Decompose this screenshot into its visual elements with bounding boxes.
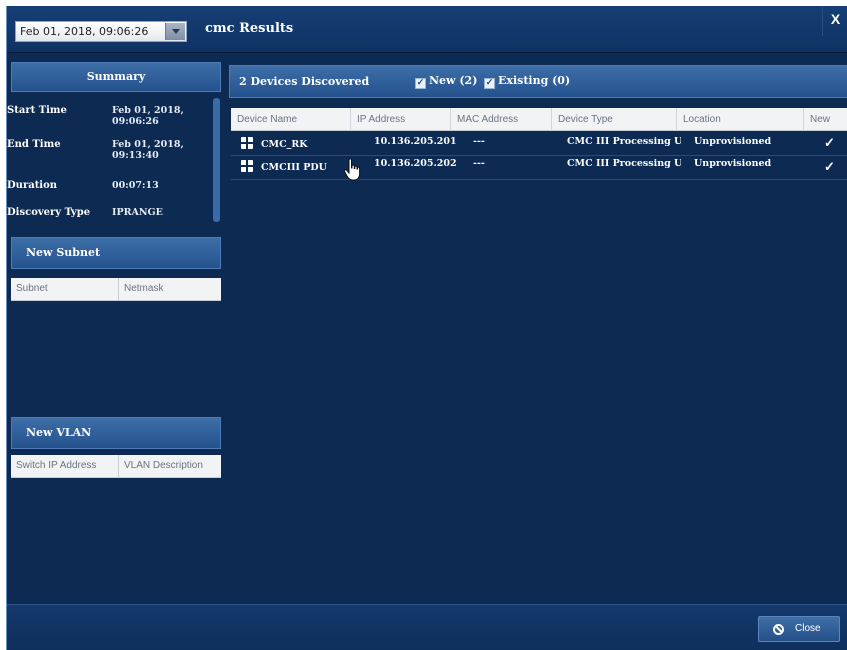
location-cell: Unprovisioned	[694, 136, 772, 147]
column-header-device-name[interactable]: Device Name	[231, 108, 351, 131]
check-icon: ✓	[415, 78, 426, 89]
column-header-ip-address[interactable]: IP Address	[351, 108, 451, 131]
device-name-cell: CMC_RK	[235, 132, 351, 155]
ip-address-cell: 10.136.205.202	[374, 158, 457, 169]
device-name: CMCIII PDU	[261, 162, 327, 173]
column-header-location[interactable]: Location	[677, 108, 804, 131]
date-select[interactable]: Feb 01, 2018, 09:06:26	[15, 21, 187, 42]
title-bar: Feb 01, 2018, 09:06:26 cmc Results X	[7, 6, 847, 53]
ip-address-cell: 10.136.205.201	[374, 136, 457, 147]
chevron-down-icon[interactable]	[165, 23, 185, 40]
device-name-cell: CMCIII PDU	[235, 156, 351, 179]
summary-list: Start Time Feb 01, 2018, 09:06:26 End Ti…	[7, 96, 215, 231]
ban-icon	[773, 624, 784, 635]
filter-new-checkbox[interactable]: ✓ New (2)	[415, 74, 477, 89]
summary-header: Summary	[11, 62, 221, 92]
summary-row-discovery-type: Discovery Type IPRANGE	[7, 207, 207, 235]
close-button[interactable]: Close	[758, 616, 840, 642]
summary-key: End Time	[7, 139, 61, 150]
summary-key: Discovery Type	[7, 207, 91, 218]
close-button-label: Close	[795, 623, 821, 634]
summary-key: Duration	[7, 180, 58, 191]
device-plus-icon[interactable]	[241, 137, 253, 149]
summary-scrollbar[interactable]	[213, 98, 220, 222]
summary-key: Start Time	[7, 105, 67, 116]
devices-header: 2 Devices Discovered ✓ New (2) ✓ Existing …	[229, 65, 847, 98]
dialog-footer: Close	[7, 604, 847, 650]
filter-existing-checkbox[interactable]: ✓ Existing (0)	[484, 74, 570, 89]
new-check-icon: ✓	[824, 160, 835, 175]
summary-value: Feb 01, 2018, 09:06:26	[112, 105, 184, 127]
date-select-value: Feb 01, 2018, 09:06:26	[20, 25, 149, 38]
filter-new-label: New (2)	[429, 74, 478, 87]
column-header-subnet[interactable]: Subnet	[11, 278, 119, 301]
location-cell: Unprovisioned	[694, 158, 772, 169]
close-window-button[interactable]: X	[822, 6, 847, 36]
results-dialog: Feb 01, 2018, 09:06:26 cmc Results X Sum…	[6, 6, 847, 650]
summary-value: 00:07:13	[112, 180, 159, 191]
summary-value: Feb 01, 2018, 09:13:40	[112, 139, 184, 161]
column-header-netmask[interactable]: Netmask	[119, 278, 221, 301]
vlan-table-header: Switch IP Address VLAN Description	[11, 455, 221, 478]
column-header-device-type[interactable]: Device Type	[552, 108, 677, 131]
summary-row-start-time: Start Time Feb 01, 2018, 09:06:26	[7, 105, 207, 133]
column-header-switch-ip[interactable]: Switch IP Address	[11, 455, 119, 478]
check-icon: ✓	[484, 78, 495, 89]
device-plus-icon[interactable]	[241, 160, 253, 172]
new-check-icon: ✓	[824, 136, 835, 151]
device-type-cell: CMC III Processing U...	[567, 136, 681, 147]
summary-row-duration: Duration 00:07:13	[7, 180, 207, 208]
summary-value: IPRANGE	[112, 207, 163, 218]
table-row[interactable]: CMCIII PDU 10.136.205.202 --- CMC III Pr…	[231, 156, 847, 180]
subnet-table-header: Subnet Netmask	[11, 278, 221, 301]
new-subnet-header: New Subnet	[11, 237, 221, 269]
column-header-new[interactable]: New	[804, 108, 847, 131]
hand-pointer-icon	[343, 158, 361, 181]
mac-address-cell: ---	[473, 136, 485, 147]
column-header-mac-address[interactable]: MAC Address	[451, 108, 552, 131]
window-title: cmc Results	[205, 21, 294, 36]
mac-address-cell: ---	[473, 158, 485, 169]
column-header-vlan-description[interactable]: VLAN Description	[119, 455, 221, 478]
devices-table-header: Device Name IP Address MAC Address Devic…	[231, 108, 847, 131]
filter-existing-label: Existing (0)	[498, 74, 571, 87]
device-name: CMC_RK	[261, 139, 308, 150]
table-row[interactable]: CMC_RK 10.136.205.201 --- CMC III Proces…	[231, 132, 847, 156]
device-type-cell: CMC III Processing U...	[567, 158, 681, 169]
new-vlan-header: New VLAN	[11, 417, 221, 449]
devices-count: 2 Devices Discovered	[239, 75, 370, 88]
summary-row-end-time: End Time Feb 01, 2018, 09:13:40	[7, 139, 207, 167]
